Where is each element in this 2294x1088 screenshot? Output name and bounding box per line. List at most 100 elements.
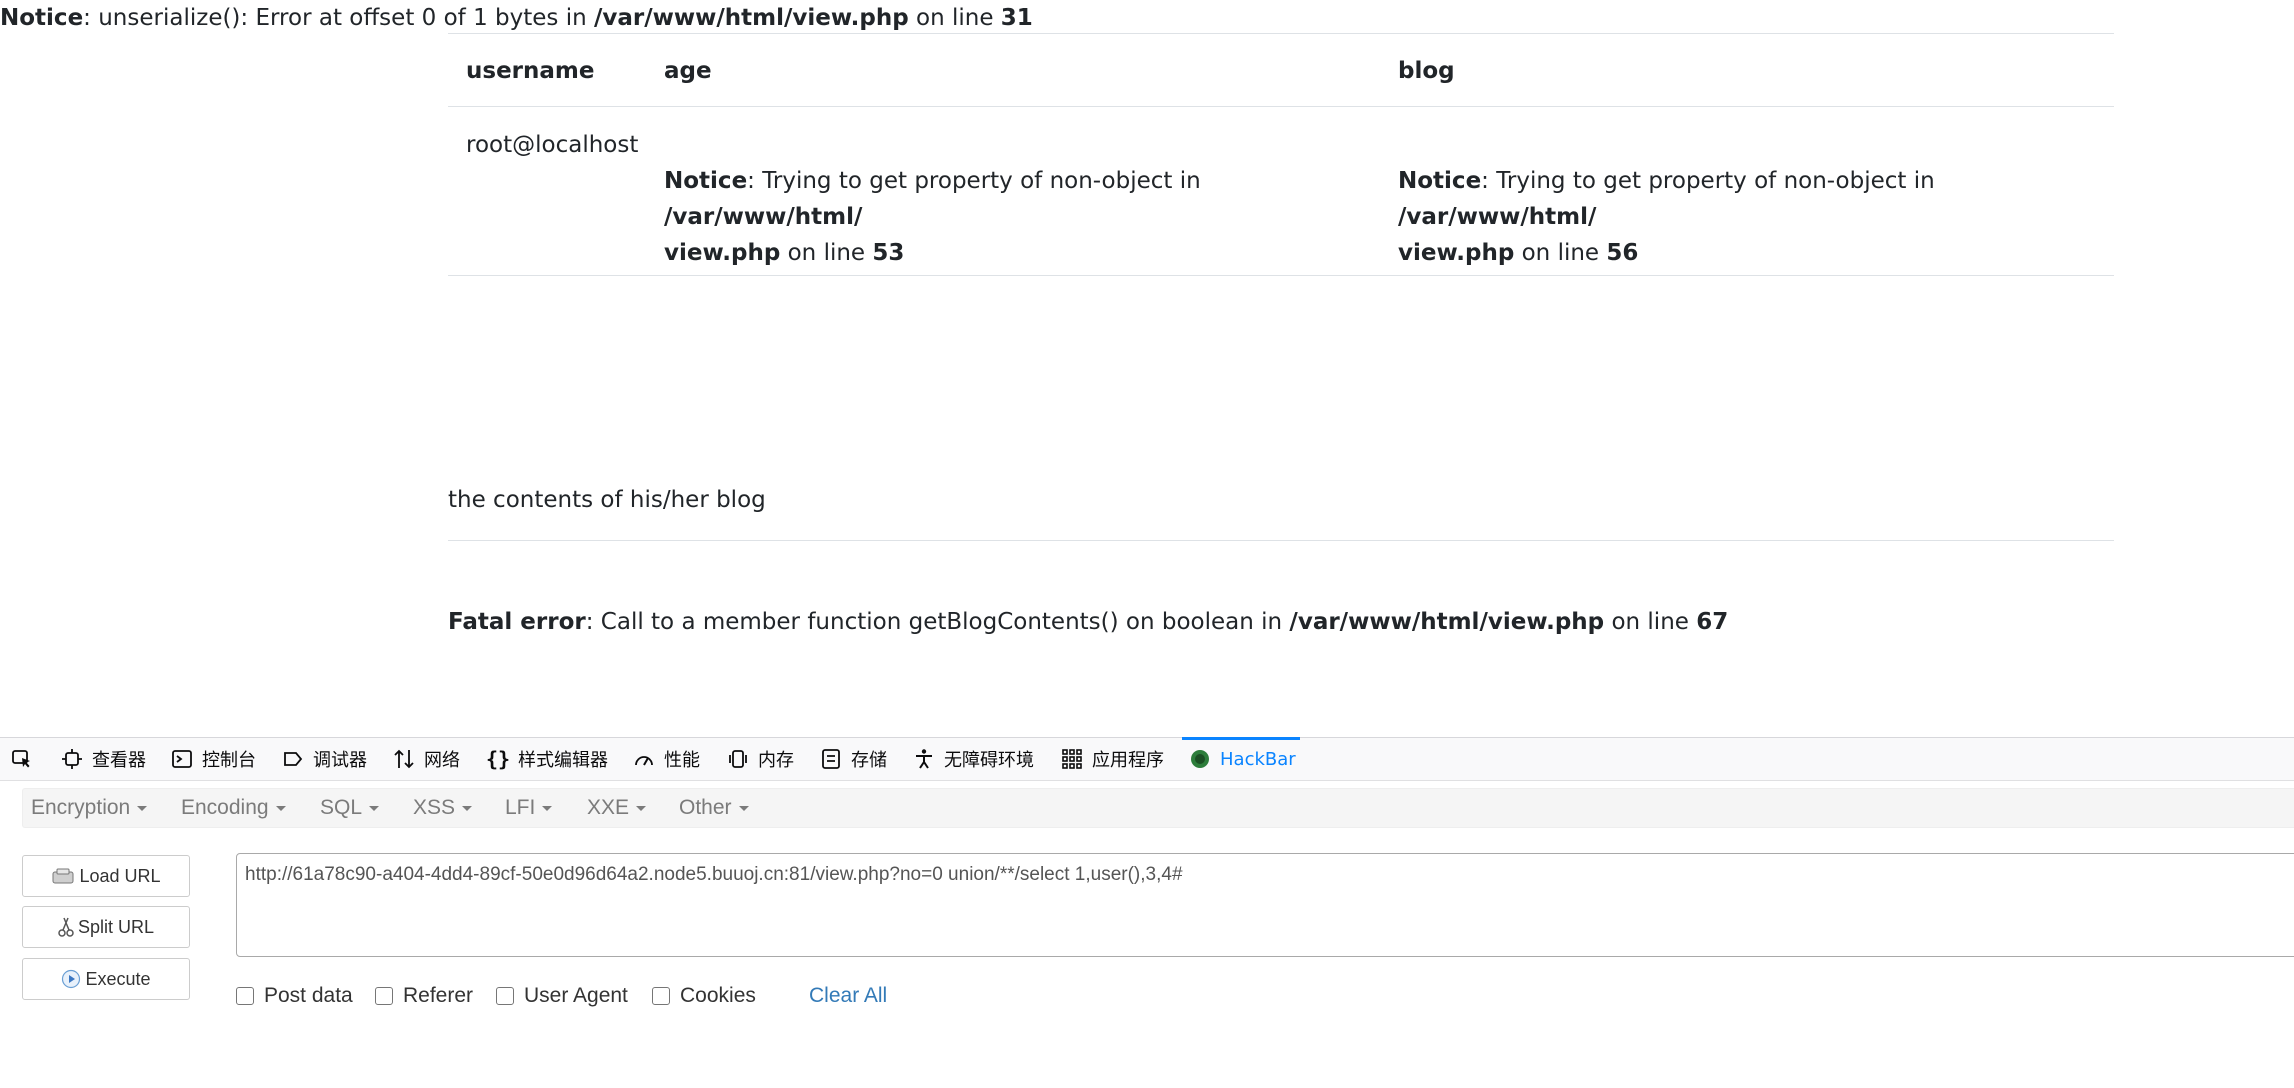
play-icon: [61, 969, 81, 989]
tab-label: 内存: [758, 750, 794, 771]
fatal-message: : Call to a member function getBlogConte…: [585, 609, 1290, 635]
notice-path: /var/www/html/: [664, 204, 863, 230]
user-agent-checkbox[interactable]: [496, 987, 514, 1005]
tab-accessibility[interactable]: 无障碍环境: [912, 738, 1034, 780]
header-age: age: [664, 58, 712, 84]
caret-down-icon: [542, 805, 553, 811]
tab-hackbar[interactable]: HackBar: [1182, 737, 1300, 780]
menu-label: XSS: [413, 796, 456, 819]
table-bottom-border: [448, 275, 2114, 276]
caret-down-icon: [137, 805, 148, 811]
notice-label: Notice: [1398, 168, 1482, 194]
hackbar-menu-bar: Encryption Encoding SQL XSS LFI XXE Othe…: [22, 788, 2294, 828]
menu-label: XXE: [587, 796, 630, 819]
devtools-toolbar: 查看器 控制台 调试器 网络 {} 样式编辑器 性能 内存 存储 无障碍环境 应…: [0, 737, 2294, 781]
tab-debugger[interactable]: 调试器: [281, 738, 367, 780]
console-icon: [170, 747, 194, 771]
element-picker-icon: [10, 747, 34, 771]
menu-label: Encoding: [181, 796, 269, 819]
split-url-button[interactable]: Split URL: [22, 906, 190, 948]
tab-label: 存储: [851, 750, 887, 771]
unserialize-notice: Notice: unserialize(): Error at offset 0…: [0, 2, 1033, 34]
username-cell: root@localhost: [466, 132, 639, 158]
post-data-checkbox[interactable]: [236, 987, 254, 1005]
tab-label: 调试器: [313, 750, 367, 771]
execute-button[interactable]: Execute: [22, 958, 190, 1000]
menu-encryption[interactable]: Encryption: [31, 789, 148, 827]
divider: [448, 540, 2114, 541]
tab-storage[interactable]: 存储: [819, 738, 887, 780]
debugger-icon: [281, 747, 305, 771]
tab-label: 网络: [424, 750, 460, 771]
network-icon: [392, 747, 416, 771]
menu-xxe[interactable]: XXE: [587, 789, 647, 827]
user-table: username age blog root@localhost Notice:…: [448, 33, 2114, 278]
tab-application[interactable]: 应用程序: [1060, 738, 1164, 780]
tab-console[interactable]: 控制台: [170, 738, 256, 780]
devtools-panel: 查看器 控制台 调试器 网络 {} 样式编辑器 性能 内存 存储 无障碍环境 应…: [0, 737, 2294, 1088]
menu-label: SQL: [320, 796, 363, 819]
tab-label: 样式编辑器: [518, 750, 608, 771]
clear-all-link[interactable]: Clear All: [809, 982, 887, 1010]
menu-label: LFI: [505, 796, 536, 819]
age-cell-notice: Notice: Trying to get property of non-ob…: [664, 163, 1364, 271]
tab-style-editor[interactable]: {} 样式编辑器: [486, 738, 608, 780]
notice-message: : Trying to get property of non-object i…: [747, 168, 1201, 194]
notice-on-line: on line: [908, 5, 1001, 31]
tab-memory[interactable]: 内存: [726, 738, 794, 780]
load-url-button[interactable]: Load URL: [22, 855, 190, 897]
blog-contents-text: the contents of his/her blog: [448, 487, 766, 513]
option-label: Post data: [264, 984, 353, 1007]
header-blog: blog: [1398, 58, 1455, 84]
scissors-icon: [58, 916, 74, 938]
menu-xss[interactable]: XSS: [413, 789, 473, 827]
tab-label: 应用程序: [1092, 750, 1164, 771]
notice-on-line: on line: [780, 240, 873, 266]
notice-label: Notice: [664, 168, 748, 194]
fatal-line-number: 67: [1696, 609, 1729, 635]
table-top-border: [448, 33, 2114, 34]
tab-label: 无障碍环境: [944, 750, 1034, 771]
referer-option[interactable]: Referer: [375, 982, 473, 1010]
hackbar-icon: [1188, 747, 1212, 771]
button-label: Execute: [85, 968, 151, 989]
menu-sql[interactable]: SQL: [320, 789, 380, 827]
option-label: User Agent: [524, 984, 628, 1007]
cookies-option[interactable]: Cookies: [652, 982, 756, 1010]
tab-inspector[interactable]: 查看器: [60, 738, 146, 780]
notice-line-number: 56: [1606, 240, 1639, 266]
fatal-on-line: on line: [1604, 609, 1697, 635]
menu-other[interactable]: Other: [679, 789, 749, 827]
button-label: Load URL: [79, 865, 161, 886]
caret-down-icon: [462, 805, 473, 811]
inspector-icon: [60, 747, 84, 771]
url-textarea[interactable]: http://61a78c90-a404-4dd4-89cf-50e0d96d6…: [236, 853, 2294, 957]
notice-label: Notice: [0, 5, 84, 31]
notice-line-number: 31: [1000, 5, 1033, 31]
post-data-option[interactable]: Post data: [236, 982, 353, 1010]
notice-line-number: 53: [872, 240, 905, 266]
notice-message: : Trying to get property of non-object i…: [1481, 168, 1935, 194]
menu-label: Other: [679, 796, 732, 819]
referer-checkbox[interactable]: [375, 987, 393, 1005]
option-label: Referer: [403, 984, 474, 1007]
cookies-checkbox[interactable]: [652, 987, 670, 1005]
tab-network[interactable]: 网络: [392, 738, 460, 780]
caret-down-icon: [275, 805, 286, 811]
tab-label: HackBar: [1220, 748, 1296, 770]
tab-label: 性能: [664, 750, 700, 771]
menu-encoding[interactable]: Encoding: [181, 789, 286, 827]
header-username: username: [466, 58, 595, 84]
load-url-icon: [51, 867, 75, 885]
button-label: Split URL: [77, 916, 155, 937]
notice-path-file: view.php: [664, 240, 781, 266]
style-editor-icon: {}: [485, 747, 511, 771]
tab-label: 控制台: [202, 750, 256, 771]
menu-lfi[interactable]: LFI: [505, 789, 553, 827]
notice-message: : unserialize(): Error at offset 0 of 1 …: [83, 5, 594, 31]
menu-label: Encryption: [31, 796, 131, 819]
tab-performance[interactable]: 性能: [632, 738, 700, 780]
option-label: Cookies: [680, 984, 756, 1007]
element-picker-button[interactable]: [10, 738, 42, 780]
user-agent-option[interactable]: User Agent: [496, 982, 628, 1010]
